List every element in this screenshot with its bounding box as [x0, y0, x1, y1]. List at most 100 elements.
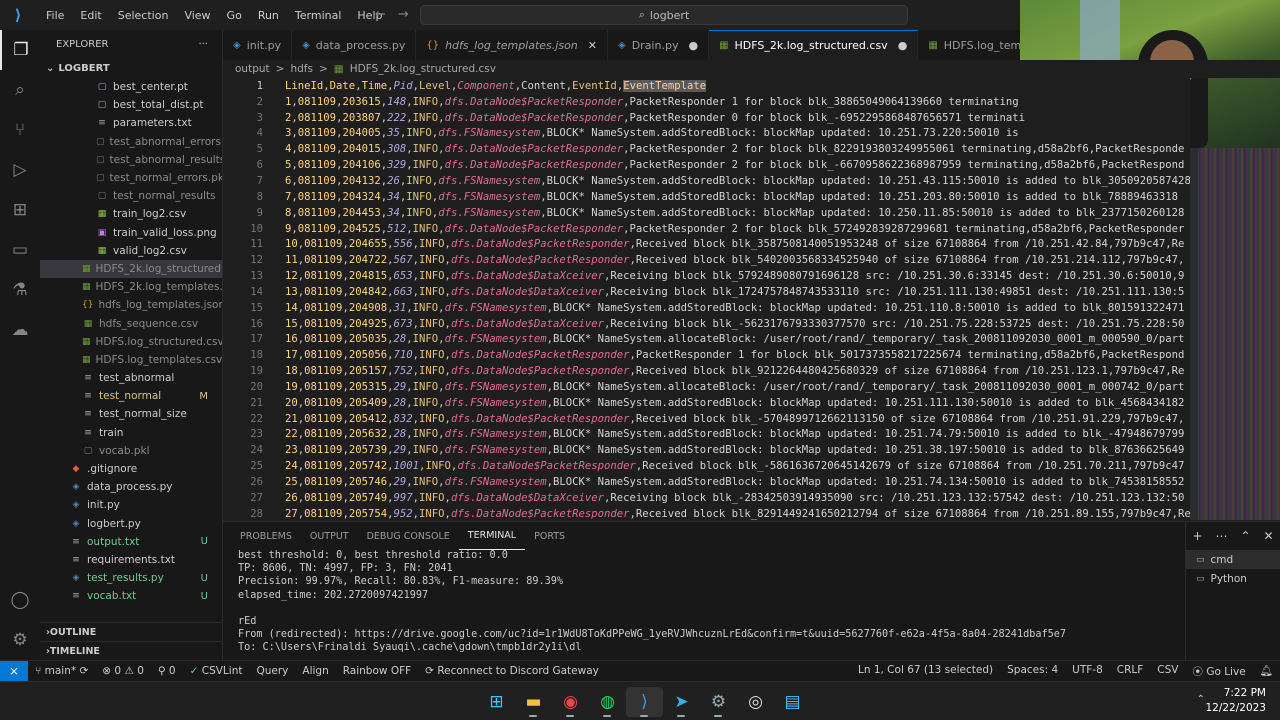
breadcrumb-output[interactable]: output [235, 63, 270, 75]
back-arrow-icon[interactable]: ← [375, 7, 398, 22]
terminal-shell-python[interactable]: ▭ Python [1186, 569, 1280, 588]
editor-tab[interactable]: ▦ HDFS_2k.log_structured.csv ● [709, 30, 919, 60]
tree-item[interactable]: ≡ parameters.txt [40, 114, 222, 132]
go-live[interactable]: ⦿ Go Live [1185, 664, 1252, 679]
spotify-icon[interactable]: ◍ [589, 687, 626, 717]
code-editor[interactable]: 1 LineId,Date,Time,Pid,Level,Component,Co… [223, 78, 1190, 520]
code-line[interactable]: 9 8,081109,204453,34,INFO,dfs.FSNamesyste… [223, 205, 1190, 221]
menu-go[interactable]: Go [219, 9, 250, 22]
panel-tab-terminal[interactable]: TERMINAL [458, 522, 526, 550]
more-actions-icon[interactable]: ··· [198, 39, 208, 50]
rainbow-status[interactable]: Rainbow OFF [336, 665, 418, 677]
menu-terminal[interactable]: Terminal [287, 9, 350, 22]
editor-tab[interactable]: ◈ Drain.py ● [608, 30, 710, 60]
breadcrumb-hdfs[interactable]: hdfs [290, 63, 313, 75]
code-line[interactable]: 4 3,081109,204005,35,INFO,dfs.FSNamesyste… [223, 126, 1190, 142]
code-line[interactable]: 16 15,081109,204925,673,INFO,dfs.DataNode… [223, 316, 1190, 332]
code-line[interactable]: 19 18,081109,205157,752,INFO,dfs.DataNode… [223, 363, 1190, 379]
minimap[interactable] [1190, 148, 1280, 520]
obs-icon[interactable]: ◎ [737, 687, 774, 717]
extensions-icon[interactable]: ⊞ [0, 190, 40, 230]
code-line[interactable]: 27 26,081109,205749,997,INFO,dfs.DataNode… [223, 490, 1190, 506]
unsaved-dot-icon[interactable]: ● [898, 39, 908, 52]
encoding[interactable]: UTF-8 [1065, 664, 1110, 679]
menu-selection[interactable]: Selection [110, 9, 177, 22]
tree-item[interactable]: ≡ train [40, 424, 222, 442]
editor-tab[interactable]: ▦ HDFS.log_templates.c [918, 30, 1020, 60]
code-line[interactable]: 13 12,081109,204815,653,INFO,dfs.DataNode… [223, 268, 1190, 284]
code-line[interactable]: 20 19,081109,205315,29,INFO,dfs.FSNamesys… [223, 379, 1190, 395]
tree-item[interactable]: ▢ best_total_dist.pt [40, 96, 222, 114]
notepad-icon[interactable]: ▤ [774, 687, 811, 717]
close-panel-icon[interactable]: ✕ [1263, 529, 1273, 543]
tree-item[interactable]: ▦ HDFS.log_templates.csv [40, 351, 222, 369]
forward-arrow-icon[interactable]: → [398, 7, 421, 22]
new-terminal-icon[interactable]: + [1192, 529, 1202, 543]
code-line[interactable]: 26 25,081109,205746,29,INFO,dfs.FSNamesys… [223, 474, 1190, 490]
tree-item[interactable]: ◆ .gitignore [40, 460, 222, 478]
code-line[interactable]: 15 14,081109,204908,31,INFO,dfs.FSNamesys… [223, 300, 1190, 316]
maximize-panel-icon[interactable]: ⌃ [1240, 529, 1250, 543]
docker-icon[interactable]: ☁ [0, 310, 40, 350]
remote-indicator-icon[interactable]: ⨯ [0, 660, 28, 682]
command-center-search[interactable]: ⌕ logbert [420, 5, 908, 25]
tree-item[interactable]: ▢ best_center.pt [40, 78, 222, 96]
code-line[interactable]: 12 11,081109,204722,567,INFO,dfs.DataNode… [223, 252, 1190, 268]
editor-tab[interactable]: ◈ data_process.py [292, 30, 417, 60]
close-icon[interactable]: ✕ [588, 39, 597, 52]
tree-item[interactable]: ▢ test_abnormal_errors.pkl [40, 133, 222, 151]
editor-tab[interactable]: ◈ init.py [223, 30, 293, 60]
code-line[interactable]: 2 1,081109,203615,148,INFO,dfs.DataNode$P… [223, 94, 1190, 110]
code-line[interactable]: 6 5,081109,204106,329,INFO,dfs.DataNode$P… [223, 157, 1190, 173]
git-branch[interactable]: ⑂ main* ⟳ [28, 665, 95, 677]
menu-file[interactable]: File [38, 9, 72, 22]
section-outline[interactable]: › OUTLINE [40, 622, 223, 641]
terminal-shell-cmd[interactable]: ▭ cmd [1186, 550, 1280, 569]
tree-item[interactable]: ▦ train_log2.csv [40, 205, 222, 223]
tree-item[interactable]: ▦ valid_log2.csv [40, 242, 222, 260]
terminal-output[interactable]: best threshold: 0, best threshold ratio:… [223, 550, 1185, 656]
tree-item[interactable]: ◈ test_results.py U [40, 569, 222, 587]
tree-item[interactable]: ◈ init.py [40, 496, 222, 514]
vscode-taskbar-icon[interactable]: ⟩ [626, 687, 663, 717]
ports-count[interactable]: ⚲ 0 [151, 665, 183, 677]
code-line[interactable]: 14 13,081109,204842,663,INFO,dfs.DataNode… [223, 284, 1190, 300]
remote-explorer-icon[interactable]: ▭ [0, 230, 40, 270]
tree-item[interactable]: ≡ test_normal M [40, 387, 222, 405]
unsaved-dot-icon[interactable]: ● [688, 39, 698, 52]
code-line[interactable]: 11 10,081109,204655,556,INFO,dfs.DataNode… [223, 236, 1190, 252]
end-of-line[interactable]: CRLF [1110, 664, 1151, 679]
breadcrumb-file[interactable]: HDFS_2k.log_structured.csv [350, 63, 496, 75]
code-line[interactable]: 18 17,081109,205056,710,INFO,dfs.DataNode… [223, 347, 1190, 363]
code-line[interactable]: 1 LineId,Date,Time,Pid,Level,Component,Co… [223, 78, 1190, 94]
tree-item[interactable]: ▦ HDFS.log_structured.csv [40, 333, 222, 351]
editor-tab[interactable]: {} hdfs_log_templates.json ✕ [416, 30, 608, 60]
language-mode[interactable]: CSV [1150, 664, 1185, 679]
tree-item[interactable]: ≡ test_normal_size [40, 405, 222, 423]
tree-item[interactable]: ≡ requirements.txt [40, 551, 222, 569]
indentation[interactable]: Spaces: 4 [1000, 664, 1065, 679]
query-status[interactable]: Query [249, 665, 295, 677]
tree-item[interactable]: ≡ output.txt U [40, 533, 222, 551]
code-line[interactable]: 10 9,081109,204525,512,INFO,dfs.DataNode$… [223, 221, 1190, 237]
settings-icon[interactable]: ⚙ [700, 687, 737, 717]
run-debug-icon[interactable]: ▷ [0, 150, 40, 190]
account-icon[interactable]: ◯ [0, 580, 40, 620]
align-status[interactable]: Align [295, 665, 335, 677]
code-line[interactable]: 28 27,081109,205754,952,INFO,dfs.DataNode… [223, 506, 1190, 520]
settings-gear-icon[interactable]: ⚙ [0, 620, 40, 660]
problems-count[interactable]: ⊗ 0 ⚠ 0 [95, 665, 151, 677]
cursor-position[interactable]: Ln 1, Col 67 (13 selected) [851, 664, 1000, 679]
telegram-icon[interactable]: ➤ [663, 687, 700, 717]
code-line[interactable]: 7 6,081109,204132,26,INFO,dfs.FSNamesyste… [223, 173, 1190, 189]
system-clock[interactable]: 7:22 PM 12/22/2023 [1205, 686, 1266, 716]
tree-item[interactable]: ≡ vocab.txt U [40, 587, 222, 605]
tree-item[interactable]: ◈ data_process.py [40, 478, 222, 496]
tree-item[interactable]: ▢ test_normal_results [40, 187, 222, 205]
menu-view[interactable]: View [176, 9, 218, 22]
windows-start-icon[interactable]: ⊞ [478, 687, 515, 717]
tree-item[interactable]: ▦ HDFS_2k.log_structured.c... [40, 259, 222, 279]
tree-item[interactable]: ▢ vocab.pkl [40, 442, 222, 460]
code-line[interactable]: 25 24,081109,205742,1001,INFO,dfs.DataNod… [223, 458, 1190, 474]
tree-item[interactable]: ▣ train_valid_loss.png [40, 224, 222, 242]
